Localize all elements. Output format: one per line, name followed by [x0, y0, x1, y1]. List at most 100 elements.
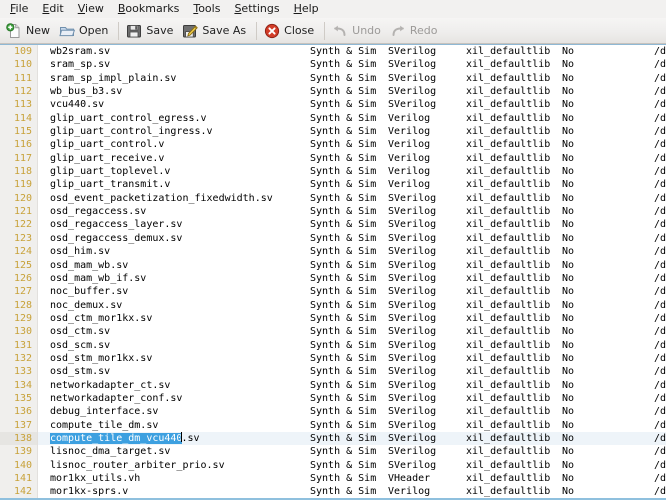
- cell-file-name[interactable]: osd_stm_mor1kx.sv: [38, 352, 310, 365]
- table-row[interactable]: 123 osd_regaccess_demux.sv Synth & Sim SVer…: [0, 231, 666, 246]
- menu-item-settings[interactable]: Settings: [227, 1, 286, 17]
- table-row[interactable]: 126 osd_mam_wb_if.sv Synth & Sim SVerilog xi…: [0, 271, 666, 286]
- table-row[interactable]: 128 noc_demux.sv Synth & Sim SVerilog xil_de…: [0, 298, 666, 312]
- cell-file-name[interactable]: wb2sram.sv: [38, 45, 310, 58]
- menu-item-view[interactable]: View: [71, 1, 111, 17]
- cell-file-name[interactable]: osd_him.sv: [38, 245, 310, 258]
- table-row[interactable]: 138 compute_tile_dm_vcu440.sv Synth & Sim S…: [0, 431, 666, 446]
- close-button[interactable]: Close: [261, 20, 320, 41]
- table-row[interactable]: 124 osd_him.sv Synth & Sim SVerilog xil_defa…: [0, 245, 666, 259]
- table-row[interactable]: 110 sram_sp.sv Synth & Sim SVerilog xil_defa…: [0, 58, 666, 72]
- table-row[interactable]: 109 wb2sram.sv Synth & Sim SVerilog xil_defa…: [0, 45, 666, 59]
- table-row[interactable]: 118 glip_uart_toplevel.v Synth & Sim Verilo…: [0, 165, 666, 179]
- table-row[interactable]: 140 lisnoc_router_arbiter_prio.sv Synth & …: [0, 458, 666, 472]
- cell-file-name[interactable]: osd_scm.sv: [38, 339, 310, 352]
- cell-file-name[interactable]: osd_regaccess.sv: [38, 205, 310, 218]
- cell-file-name[interactable]: sram_sp_impl_plain.sv: [38, 72, 310, 85]
- menu-item-tools[interactable]: Tools: [186, 1, 227, 17]
- cell-file-name[interactable]: compute_tile_dm.sv: [38, 419, 310, 432]
- table-row[interactable]: 142 mor1kx-sprs.v Synth & Sim Verilog xil_de…: [0, 485, 666, 499]
- cell-file-name[interactable]: osd_ctm_mor1kx.sv: [38, 312, 310, 325]
- cell-file-name[interactable]: noc_demux.sv: [38, 299, 310, 312]
- cell-association: Synth & Sim: [310, 392, 377, 404]
- redo-button[interactable]: Redo: [387, 20, 444, 41]
- cell-file-name[interactable]: compute_tile_dm_vcu440.sv: [38, 431, 310, 445]
- cell-file-name[interactable]: noc_buffer.sv: [38, 285, 310, 298]
- table-row[interactable]: 135 networkadapter_conf.sv Synth & Sim SVer…: [0, 391, 666, 406]
- table-row[interactable]: 117 glip_uart_receive.v Synth & Sim Verilog…: [0, 151, 666, 166]
- cell-file-name[interactable]: mor1kx_utils.vh: [38, 472, 310, 485]
- file-list-scroll-area[interactable]: 109 wb2sram.sv Synth & Sim SVerilog xil_defa…: [0, 44, 666, 500]
- cell-file-name[interactable]: mor1kx-sprs.v: [38, 485, 310, 498]
- save-as-button[interactable]: Save As: [179, 20, 252, 41]
- table-row[interactable]: 136 debug_interface.sv Synth & Sim SVerilog…: [0, 405, 666, 419]
- cell-location-path: /data2,: [654, 139, 666, 151]
- cell-file-name[interactable]: lisnoc_router_arbiter_prio.sv: [38, 459, 310, 472]
- cell-location-path: /data2,: [654, 326, 666, 338]
- table-row[interactable]: 111 sram_sp_impl_plain.sv Synth & Sim SVeri…: [0, 71, 666, 86]
- table-row[interactable]: 125 osd_mam_wb.sv Synth & Sim SVerilog xil_d…: [0, 258, 666, 272]
- table-row[interactable]: 115 glip_uart_control_ingress.v Synth & Si…: [0, 125, 666, 139]
- menu-item-file[interactable]: File: [3, 1, 35, 17]
- cell-file-name[interactable]: osd_stm.sv: [38, 365, 310, 378]
- table-row[interactable]: 112 wb_bus_b3.sv Synth & Sim SVerilog xil_de…: [0, 85, 666, 99]
- cell-file-name[interactable]: wb_bus_b3.sv: [38, 85, 310, 98]
- cell-association: Synth & Sim: [310, 486, 377, 498]
- save-as-button-label: Save As: [202, 24, 247, 37]
- table-row[interactable]: 132 osd_stm_mor1kx.sv Synth & Sim SVerilog x…: [0, 351, 666, 366]
- save-button[interactable]: Save: [123, 20, 179, 41]
- cell-association: Synth & Sim: [310, 99, 377, 111]
- cell-file-name[interactable]: glip_uart_control.v: [38, 138, 310, 151]
- new-button[interactable]: New: [3, 20, 56, 41]
- cell-file-name[interactable]: glip_uart_control_egress.v: [38, 112, 310, 125]
- cell-file-name[interactable]: osd_regaccess_layer.sv: [38, 218, 310, 231]
- menu-accelerator: T: [193, 2, 199, 15]
- row-line-number: 132: [0, 351, 38, 366]
- cell-file-name[interactable]: osd_ctm.sv: [38, 325, 310, 338]
- table-row[interactable]: 120 osd_event_packetization_fixedwidth.sv…: [0, 191, 666, 206]
- table-row[interactable]: 131 osd_scm.sv Synth & Sim SVerilog xil_defa…: [0, 338, 666, 352]
- menu-item-bookmarks[interactable]: Bookmarks: [111, 1, 186, 17]
- table-row[interactable]: 129 osd_ctm_mor1kx.sv Synth & Sim SVerilog x…: [0, 311, 666, 326]
- cell-file-name[interactable]: osd_mam_wb_if.sv: [38, 272, 310, 285]
- cell-library: xil_defaultlib: [466, 166, 551, 178]
- open-button[interactable]: Open: [56, 20, 114, 41]
- cell-file-name[interactable]: lisnoc_dma_target.sv: [38, 445, 310, 458]
- save-as-pencil-icon: [182, 23, 199, 39]
- table-row[interactable]: 130 osd_ctm.sv Synth & Sim SVerilog xil_defa…: [0, 325, 666, 339]
- cell-file-name[interactable]: debug_interface.sv: [38, 405, 310, 418]
- cell-file-name[interactable]: networkadapter_ct.sv: [38, 379, 310, 392]
- table-row[interactable]: 113 vcu440.sv Synth & Sim SVerilog xil_defau…: [0, 98, 666, 112]
- row-line-number: 117: [0, 151, 38, 166]
- cell-file-name[interactable]: glip_uart_receive.v: [38, 152, 310, 165]
- menu-item-edit[interactable]: Edit: [35, 1, 70, 17]
- table-row[interactable]: 116 glip_uart_control.v Synth & Sim Verilog…: [0, 138, 666, 152]
- cell-library: xil_defaultlib: [466, 312, 551, 324]
- cell-file-name[interactable]: osd_event_packetization_fixedwidth.sv: [38, 192, 310, 205]
- table-row[interactable]: 134 networkadapter_ct.sv Synth & Sim SVeril…: [0, 378, 666, 392]
- cell-association: Synth & Sim: [310, 179, 377, 191]
- cell-association: Synth & Sim: [310, 232, 377, 244]
- table-row[interactable]: 121 osd_regaccess.sv Synth & Sim SVerilog xi…: [0, 205, 666, 219]
- cell-file-name[interactable]: vcu440.sv: [38, 98, 310, 111]
- table-row[interactable]: 133 osd_stm.sv Synth & Sim SVerilog xil_defa…: [0, 365, 666, 379]
- table-row[interactable]: 114 glip_uart_control_egress.v Synth & Sim…: [0, 111, 666, 126]
- table-row[interactable]: 137 compute_tile_dm.sv Synth & Sim SVerilog…: [0, 418, 666, 432]
- cell-library: xil_defaultlib: [466, 406, 551, 418]
- undo-button[interactable]: Undo: [329, 20, 387, 41]
- cell-file-name[interactable]: glip_uart_control_ingress.v: [38, 125, 310, 138]
- table-row[interactable]: 119 glip_uart_transmit.v Synth & Sim Verilo…: [0, 178, 666, 192]
- cell-file-name[interactable]: sram_sp.sv: [38, 58, 310, 71]
- cell-file-name[interactable]: glip_uart_transmit.v: [38, 178, 310, 191]
- cell-file-name[interactable]: glip_uart_toplevel.v: [38, 165, 310, 178]
- cell-file-name[interactable]: networkadapter_conf.sv: [38, 392, 310, 405]
- table-row[interactable]: 139 lisnoc_dma_target.sv Synth & Sim SVeril…: [0, 445, 666, 459]
- row-line-number: 138: [0, 431, 38, 446]
- table-row[interactable]: 141 mor1kx_utils.vh Synth & Sim VHeader xil_…: [0, 472, 666, 486]
- menu-item-help[interactable]: Help: [287, 1, 326, 17]
- cell-global-include: No: [562, 446, 575, 458]
- table-row[interactable]: 127 noc_buffer.sv Synth & Sim SVerilog xil_d…: [0, 285, 666, 299]
- cell-file-name[interactable]: osd_regaccess_demux.sv: [38, 232, 310, 245]
- cell-file-name[interactable]: osd_mam_wb.sv: [38, 259, 310, 272]
- table-row[interactable]: 122 osd_regaccess_layer.sv Synth & Sim SVer…: [0, 218, 666, 232]
